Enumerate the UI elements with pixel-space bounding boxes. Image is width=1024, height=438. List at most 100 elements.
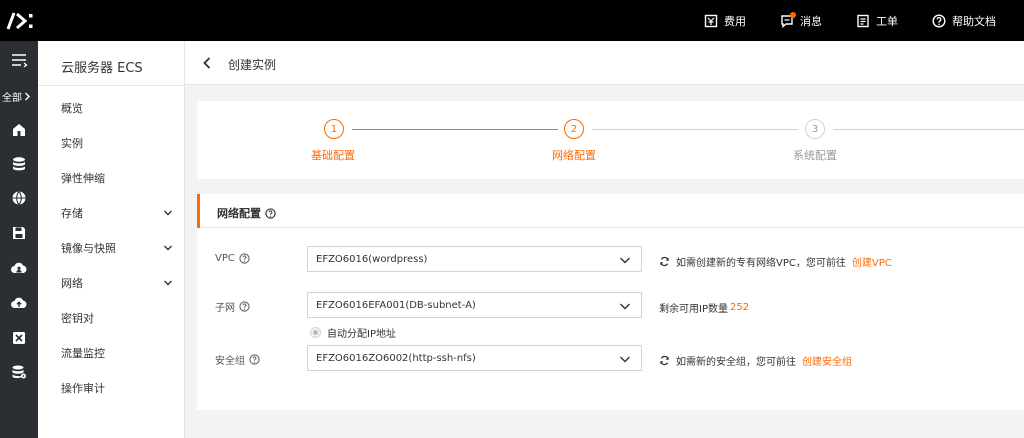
nav-item-label: 流量监控 bbox=[61, 347, 105, 360]
page-header: 创建实例 bbox=[185, 41, 1024, 85]
auto-ip-radio[interactable] bbox=[310, 327, 321, 338]
step-indicator: 1 基础配置 2 网络配置 3 系统配置 bbox=[197, 101, 1024, 179]
help-circle-icon[interactable] bbox=[239, 253, 250, 264]
cloud-user-icon[interactable] bbox=[10, 259, 28, 277]
vpc-hint-text: 如需创建新的专有网络VPC，您可前往 bbox=[676, 258, 846, 269]
step-connector bbox=[833, 129, 1024, 130]
auto-ip-label: 自动分配IP地址 bbox=[327, 329, 396, 340]
ticket-icon bbox=[857, 14, 869, 27]
nav-item-overview[interactable]: 概览 bbox=[61, 98, 173, 118]
billing-button[interactable]: 费用 bbox=[704, 13, 746, 29]
nav-item-label: 实例 bbox=[61, 137, 83, 150]
chevron-down-icon bbox=[164, 245, 172, 251]
message-label: 消息 bbox=[800, 14, 822, 28]
nav-item-traffic-monitoring[interactable]: 流量监控 bbox=[61, 343, 173, 363]
security-group-select[interactable]: EFZO6016ZO6002(http-ssh-nfs) bbox=[307, 345, 642, 371]
page-title: 创建实例 bbox=[228, 58, 277, 72]
nav-item-auto-scaling[interactable]: 弹性伸缩 bbox=[61, 168, 173, 188]
unread-dot bbox=[790, 11, 796, 18]
vpc-label: VPC bbox=[215, 253, 250, 264]
subnet-hint: 剩余可用IP数量 252 bbox=[659, 300, 749, 315]
divider bbox=[38, 85, 184, 86]
help-docs-button[interactable]: 帮助文档 bbox=[932, 13, 996, 29]
logo-icon[interactable] bbox=[6, 10, 36, 32]
database-icon[interactable] bbox=[10, 155, 28, 173]
message-button[interactable]: 消息 bbox=[780, 11, 822, 29]
step-2-circle: 2 bbox=[564, 119, 584, 139]
step-1-label: 基础配置 bbox=[311, 149, 355, 162]
security-group-hint: 如需新的安全组，您可前往 创建安全组 bbox=[659, 353, 852, 368]
help-circle-icon[interactable] bbox=[249, 354, 260, 365]
database-settings-icon[interactable] bbox=[10, 363, 28, 381]
nav-item-label: 概览 bbox=[61, 102, 83, 115]
chevron-right-icon bbox=[25, 92, 30, 101]
step-3-circle: 3 bbox=[805, 119, 825, 139]
nav-item-storage[interactable]: 存储 bbox=[61, 203, 173, 223]
chevron-down-icon bbox=[620, 303, 630, 310]
nav-item-network[interactable]: 网络 bbox=[61, 273, 173, 293]
nav-item-label: 密钥对 bbox=[61, 312, 94, 325]
vpc-select[interactable]: EFZO6016(wordpress) bbox=[307, 246, 642, 272]
subnet-select-value: EFZO6016EFA001(DB-subnet-A) bbox=[316, 299, 476, 311]
create-vpc-link[interactable]: 创建VPC bbox=[852, 254, 892, 269]
vpc-select-value: EFZO6016(wordpress) bbox=[316, 253, 428, 265]
help-icon bbox=[932, 13, 946, 28]
card-header: 网络配置 bbox=[197, 194, 1024, 228]
subnet-hint-text: 剩余可用IP数量 bbox=[659, 304, 728, 315]
network-cross-icon[interactable] bbox=[10, 329, 28, 347]
nav-item-label: 弹性伸缩 bbox=[61, 172, 105, 185]
step-connector bbox=[592, 129, 798, 130]
back-arrow-icon[interactable] bbox=[201, 56, 213, 70]
save-disk-icon[interactable] bbox=[10, 224, 28, 242]
home-icon[interactable] bbox=[10, 121, 28, 139]
cloud-upload-icon[interactable] bbox=[10, 294, 28, 312]
product-title: 云服务器 ECS bbox=[61, 61, 143, 76]
globe-icon[interactable] bbox=[10, 189, 28, 207]
section-title: 网络配置 bbox=[217, 205, 276, 221]
nav-item-label: 镜像与快照 bbox=[61, 242, 116, 255]
security-group-select-value: EFZO6016ZO6002(http-ssh-nfs) bbox=[316, 352, 476, 364]
icon-rail: 全部 bbox=[0, 41, 38, 438]
billing-icon bbox=[704, 14, 718, 27]
help-circle-icon[interactable] bbox=[265, 207, 276, 219]
help-circle-icon[interactable] bbox=[239, 301, 250, 312]
security-group-label-text: 安全组 bbox=[215, 356, 245, 367]
step-1-circle: 1 bbox=[324, 119, 344, 139]
auto-ip-option[interactable]: 自动分配IP地址 bbox=[310, 325, 396, 340]
chevron-down-icon bbox=[164, 280, 172, 286]
nav-item-instances[interactable]: 实例 bbox=[61, 133, 173, 153]
nav-item-images-snapshots[interactable]: 镜像与快照 bbox=[61, 238, 173, 258]
step-2-label: 网络配置 bbox=[552, 149, 596, 162]
nav-item-label: 网络 bbox=[61, 277, 83, 290]
menu-icon[interactable] bbox=[9, 53, 29, 67]
top-bar: 费用 消息 工单 帮助文档 bbox=[0, 0, 1024, 41]
security-group-hint-text: 如需新的安全组，您可前往 bbox=[676, 357, 796, 368]
refresh-icon[interactable] bbox=[659, 256, 670, 267]
ticket-label: 工单 bbox=[876, 14, 898, 28]
create-security-group-link[interactable]: 创建安全组 bbox=[802, 353, 852, 368]
help-docs-label: 帮助文档 bbox=[952, 14, 996, 28]
subnet-label: 子网 bbox=[215, 299, 250, 314]
vpc-label-text: VPC bbox=[215, 253, 235, 264]
step-3-label: 系统配置 bbox=[793, 149, 837, 162]
vpc-hint: 如需创建新的专有网络VPC，您可前往 创建VPC bbox=[659, 254, 892, 269]
side-nav: 云服务器 ECS 概览 实例 弹性伸缩 存储 镜像与快照 网络 密钥对 流量监控… bbox=[38, 41, 185, 438]
nav-item-label: 操作审计 bbox=[61, 382, 105, 395]
chevron-down-icon bbox=[620, 356, 630, 363]
accent-bar bbox=[197, 194, 200, 228]
chevron-down-icon bbox=[164, 210, 172, 216]
subnet-select[interactable]: EFZO6016EFA001(DB-subnet-A) bbox=[307, 292, 642, 318]
refresh-icon[interactable] bbox=[659, 355, 670, 366]
nav-item-audit[interactable]: 操作审计 bbox=[61, 378, 173, 398]
section-title-text: 网络配置 bbox=[217, 207, 261, 220]
subnet-label-text: 子网 bbox=[215, 303, 235, 314]
all-products-toggle[interactable]: 全部 bbox=[2, 89, 31, 104]
network-config-card: 网络配置 VPC EFZO6016(wordpress) 如需创建新的专有网络V… bbox=[197, 194, 1024, 410]
ticket-button[interactable]: 工单 bbox=[856, 13, 898, 29]
nav-item-key-pairs[interactable]: 密钥对 bbox=[61, 308, 173, 328]
chevron-down-icon bbox=[620, 257, 630, 264]
step-connector bbox=[352, 129, 558, 130]
all-products-label: 全部 bbox=[2, 93, 22, 104]
nav-item-label: 存储 bbox=[61, 207, 83, 220]
billing-label: 费用 bbox=[724, 14, 746, 28]
